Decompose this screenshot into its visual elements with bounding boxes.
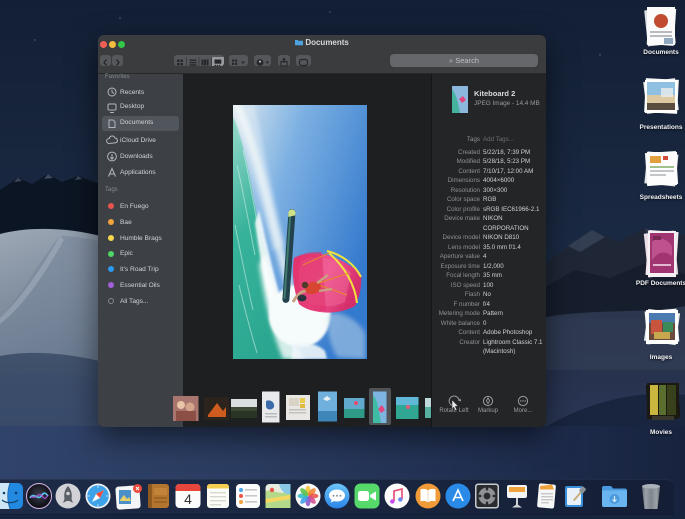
svg-text:4: 4	[184, 491, 192, 507]
